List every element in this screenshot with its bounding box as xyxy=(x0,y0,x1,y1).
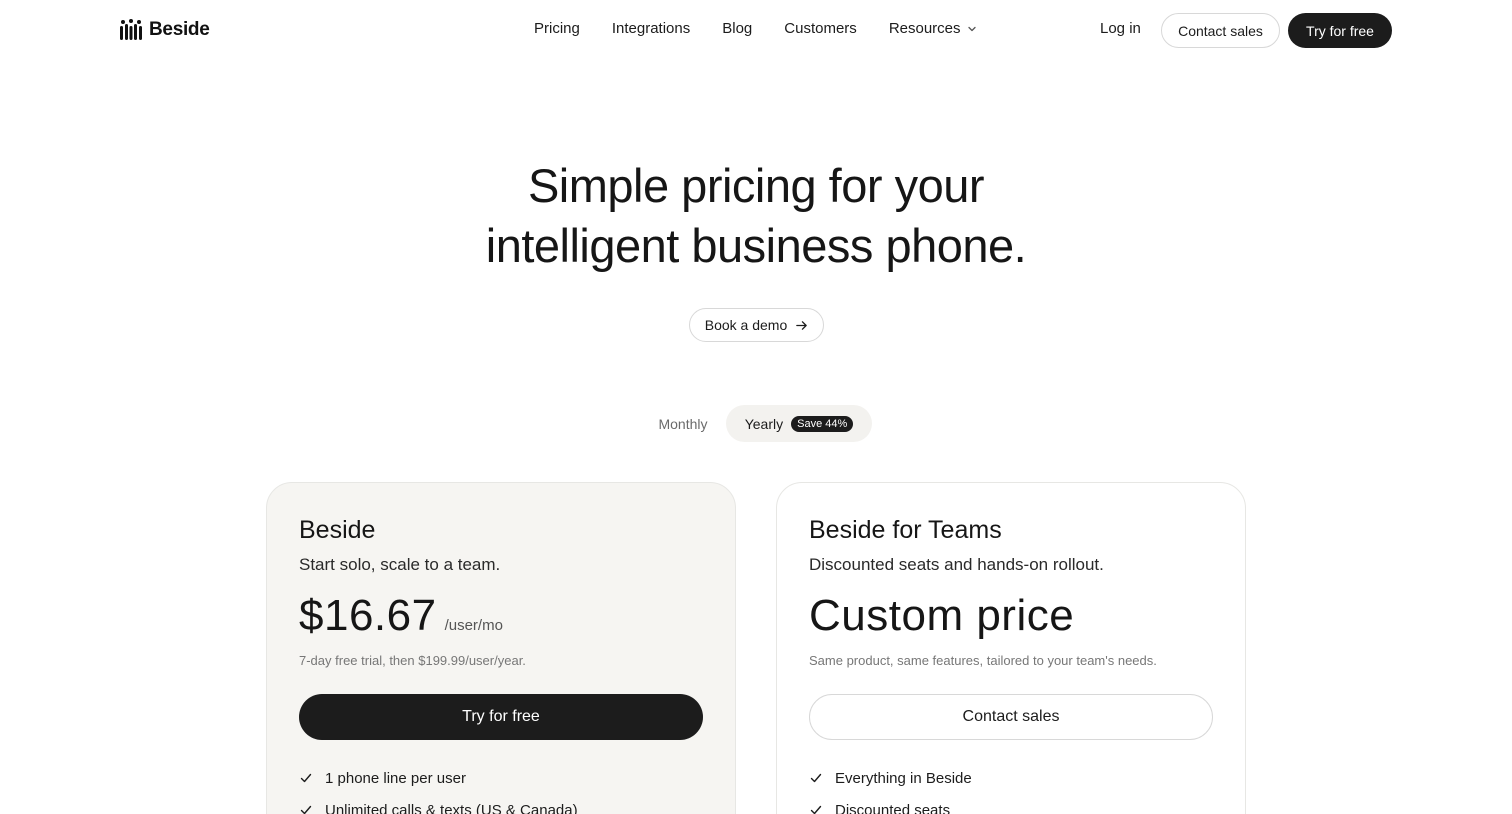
feature-label: Discounted seats xyxy=(835,801,951,814)
feature-list: 1 phone line per user Unlimited calls & … xyxy=(299,768,703,814)
chevron-down-icon xyxy=(967,26,976,31)
plan-card-beside: Beside Start solo, scale to a team. $16.… xyxy=(266,482,736,814)
nav-link-customers[interactable]: Customers xyxy=(784,20,857,37)
plan-contact-sales-button[interactable]: Contact sales xyxy=(809,694,1213,740)
book-demo-button[interactable]: Book a demo xyxy=(689,308,824,342)
plan-note: 7-day free trial, then $199.99/user/year… xyxy=(299,653,526,668)
feature-item: Discounted seats xyxy=(809,800,1213,814)
plan-title: Beside xyxy=(299,516,376,544)
plan-subtitle: Discounted seats and hands-on rollout. xyxy=(809,555,1104,574)
page-title-line1: Simple pricing for your xyxy=(527,159,985,212)
plan-title: Beside for Teams xyxy=(809,516,1002,544)
feature-item: Everything in Beside xyxy=(809,768,1213,788)
plan-price: Custom price xyxy=(809,591,1075,640)
nav-link-integrations[interactable]: Integrations xyxy=(612,20,690,37)
nav-link-resources-label: Resources xyxy=(888,20,961,37)
page-title-line2: intelligent business phone. xyxy=(485,219,1027,272)
billing-yearly-option[interactable]: Yearly Save 44% xyxy=(726,405,872,442)
plan-price-unit: /user/mo xyxy=(444,617,503,634)
beside-logo-icon xyxy=(120,19,142,40)
nav-link-resources[interactable]: Resources xyxy=(889,20,977,37)
contact-sales-button[interactable]: Contact sales xyxy=(1161,13,1280,48)
try-for-free-button[interactable]: Try for free xyxy=(1288,13,1392,48)
logo[interactable]: Beside xyxy=(119,18,210,42)
nav-link-blog[interactable]: Blog xyxy=(722,20,752,37)
billing-yearly-label: Yearly xyxy=(744,415,784,432)
check-icon xyxy=(300,805,312,814)
logo-text: Beside xyxy=(149,19,210,40)
nav-link-pricing[interactable]: Pricing xyxy=(534,20,580,37)
check-icon xyxy=(810,773,822,783)
login-link[interactable]: Log in xyxy=(1100,20,1141,37)
billing-toggle: Monthly Yearly Save 44% xyxy=(640,405,872,442)
feature-label: Everything in Beside xyxy=(835,769,972,787)
feature-label: 1 phone line per user xyxy=(325,769,466,787)
plan-subtitle: Start solo, scale to a team. xyxy=(299,555,501,574)
arrow-right-icon xyxy=(796,320,808,330)
price-row: $16.67 /user/mo xyxy=(299,591,703,643)
plan-price: $16.67 xyxy=(299,591,437,640)
plan-note: Same product, same features, tailored to… xyxy=(809,653,1157,668)
billing-monthly-option[interactable]: Monthly xyxy=(640,405,726,442)
check-icon xyxy=(810,805,822,814)
check-icon xyxy=(300,773,312,783)
nav-links: Pricing Integrations Blog Customers Reso… xyxy=(534,20,977,37)
top-nav: Beside Pricing Integrations Blog Custome… xyxy=(0,0,1512,62)
feature-item: Unlimited calls & texts (US & Canada) xyxy=(299,800,703,814)
feature-item: 1 phone line per user xyxy=(299,768,703,788)
page-title: Simple pricing for your intelligent busi… xyxy=(0,156,1512,276)
price-row: Custom price xyxy=(809,591,1213,643)
feature-list: Everything in Beside Discounted seats xyxy=(809,768,1213,814)
book-demo-label: Book a demo xyxy=(704,317,788,333)
plan-card-teams: Beside for Teams Discounted seats and ha… xyxy=(776,482,1246,814)
plan-try-for-free-button[interactable]: Try for free xyxy=(299,694,703,740)
feature-label: Unlimited calls & texts (US & Canada) xyxy=(325,801,578,814)
save-badge: Save 44% xyxy=(791,415,854,432)
